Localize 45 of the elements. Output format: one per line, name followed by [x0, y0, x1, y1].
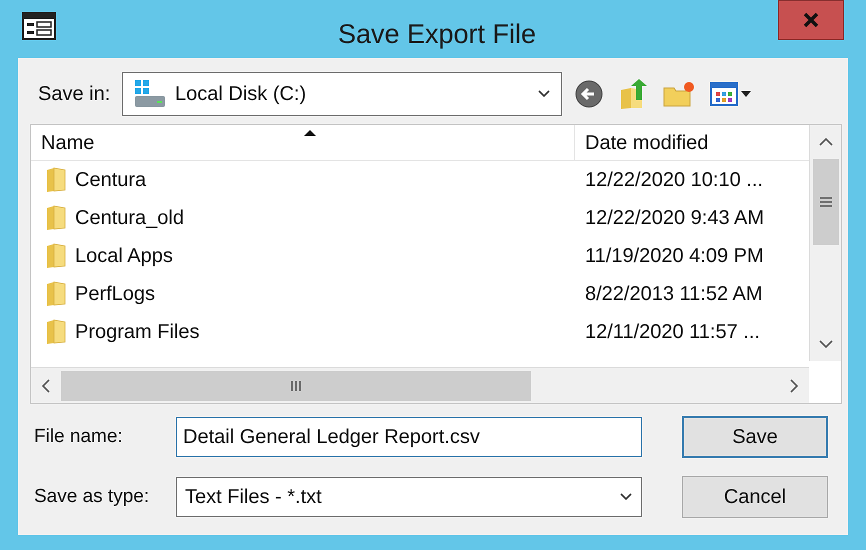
- file-name-field[interactable]: Detail General Ledger Report.csv: [176, 417, 642, 457]
- folder-name[interactable]: Program Files: [75, 317, 200, 347]
- location-value: Local Disk (C:): [175, 82, 308, 107]
- date-cell-text: 12/11/2020 11:57 ...: [584, 320, 760, 345]
- folder-name[interactable]: Centura_old: [75, 203, 184, 233]
- window-menu-icon[interactable]: [22, 12, 56, 40]
- column-header[interactable]: Date modified: [575, 125, 809, 160]
- grip-icon: [290, 380, 302, 392]
- dialog-button[interactable]: Cancel: [682, 476, 828, 518]
- file-type-value: Text Files - *.txt: [185, 485, 323, 510]
- new-folder-icon[interactable]: [662, 80, 696, 108]
- close-button[interactable]: [778, 0, 844, 40]
- folder-up-icon[interactable]: [618, 78, 648, 110]
- date-cell-text: 11/19/2020 4:09 PM: [584, 244, 764, 269]
- folder-icon: [45, 205, 67, 231]
- window-title: Save Export File: [336, 18, 538, 51]
- save-in-label: Save in:: [37, 82, 112, 107]
- folder-icon: [45, 281, 67, 307]
- vertical-scrollbar[interactable]: [809, 125, 841, 361]
- folder-name[interactable]: Local Apps: [75, 241, 173, 271]
- date-cell-text: 12/22/2020 9:43 AM: [584, 206, 764, 231]
- folder-icon: [45, 243, 67, 269]
- file-name-label: File name:: [33, 424, 124, 449]
- folder-name[interactable]: PerfLogs: [75, 279, 156, 309]
- horizontal-scrollbar[interactable]: [31, 367, 809, 403]
- view-menu-icon[interactable]: [710, 80, 754, 108]
- drive-icon: [133, 78, 167, 110]
- back-icon[interactable]: [574, 79, 604, 109]
- dialog-button[interactable]: Save: [682, 416, 828, 458]
- scroll-thumb[interactable]: [812, 159, 838, 245]
- date-cell-text: 8/22/2013 11:52 AM: [584, 282, 763, 307]
- folder-icon: [45, 167, 67, 193]
- sort-arrow-icon: [302, 129, 316, 137]
- folder-icon: [45, 319, 67, 345]
- close-icon: [803, 12, 819, 28]
- column-header[interactable]: Name: [31, 125, 575, 160]
- date-cell-text: 12/22/2020 10:10 ...: [584, 168, 763, 193]
- scroll-thumb[interactable]: [61, 370, 531, 400]
- location-dropdown[interactable]: Local Disk (C:): [122, 72, 562, 116]
- file-type-dropdown[interactable]: Text Files - *.txt: [176, 477, 642, 517]
- chevron-down-icon: [537, 89, 551, 99]
- chevron-down-icon: [619, 492, 633, 502]
- folder-name[interactable]: Centura: [75, 165, 146, 195]
- grip-icon: [818, 197, 832, 207]
- save-as-type-label: Save as type:: [33, 484, 150, 509]
